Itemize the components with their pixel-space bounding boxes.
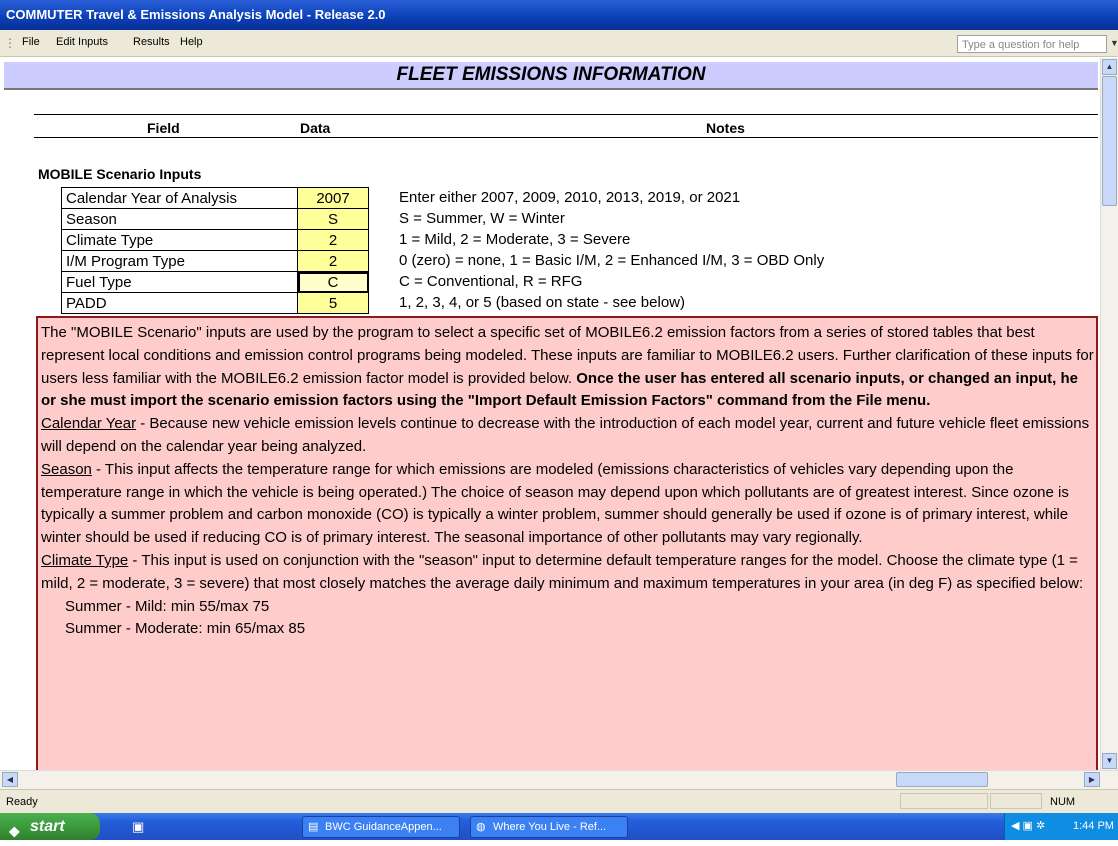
- divider: [34, 137, 1098, 138]
- table-row: Calendar Year of Analysis 2007: [61, 187, 369, 209]
- taskbar-item-label: BWC GuidanceAppen...: [325, 821, 442, 833]
- horizontal-scrollbar[interactable]: ◀ ▶: [0, 770, 1118, 789]
- taskbar: ❖ start ▣ ▤ BWC GuidanceAppen... ◍ Where…: [0, 813, 1118, 840]
- scroll-left-icon[interactable]: ◀: [2, 772, 18, 787]
- scroll-thumb[interactable]: [896, 772, 988, 787]
- info-climate-text: - This input is used on conjunction with…: [41, 551, 1084, 592]
- windows-logo-icon: ❖: [8, 824, 21, 840]
- help-search-input[interactable]: Type a question for help: [957, 35, 1107, 53]
- scenario-inputs-table: Calendar Year of Analysis 2007 Season S …: [61, 187, 369, 314]
- table-row: I/M Program Type 2: [61, 250, 369, 272]
- menu-file[interactable]: File: [22, 36, 40, 48]
- status-cell: [990, 793, 1042, 809]
- im-program-cell[interactable]: 2: [297, 250, 369, 272]
- show-desktop-icon[interactable]: ▣: [112, 817, 160, 837]
- scroll-right-icon[interactable]: ▶: [1084, 772, 1100, 787]
- field-label: Fuel Type: [61, 271, 298, 293]
- document-icon: ▤: [308, 821, 319, 833]
- status-ready: Ready: [6, 796, 38, 808]
- taskbar-item-word[interactable]: ▤ BWC GuidanceAppen...: [302, 816, 460, 838]
- field-label: PADD: [61, 292, 298, 314]
- title-bar: COMMUTER Travel & Emissions Analysis Mod…: [0, 0, 1118, 30]
- taskbar-item-label: Where You Live - Ref...: [493, 821, 607, 833]
- field-label: Season: [61, 208, 298, 230]
- note-text: 1, 2, 3, 4, or 5 (based on state - see b…: [399, 294, 685, 311]
- vertical-scrollbar[interactable]: ▲ ▼: [1100, 58, 1118, 770]
- padd-cell[interactable]: 5: [297, 292, 369, 314]
- info-calendar-heading: Calendar Year: [41, 415, 137, 433]
- info-season-heading: Season: [41, 460, 92, 478]
- note-text: C = Conventional, R = RFG: [399, 273, 583, 290]
- table-row: PADD 5: [61, 292, 369, 314]
- start-button[interactable]: ❖ start: [0, 813, 100, 840]
- info-box: The "MOBILE Scenario" inputs are used by…: [36, 316, 1098, 770]
- taskbar-item-browser[interactable]: ◍ Where You Live - Ref...: [470, 816, 628, 838]
- field-label: I/M Program Type: [61, 250, 298, 272]
- info-calendar-text: - Because new vehicle emission levels co…: [41, 415, 1090, 455]
- menu-help[interactable]: Help: [180, 36, 203, 48]
- table-row: Climate Type 2: [61, 229, 369, 251]
- note-text: 0 (zero) = none, 1 = Basic I/M, 2 = Enha…: [399, 252, 825, 269]
- window-title: COMMUTER Travel & Emissions Analysis Mod…: [6, 7, 386, 22]
- table-row: Season S: [61, 208, 369, 230]
- fuel-type-cell[interactable]: C: [297, 271, 369, 293]
- note-text: S = Summer, W = Winter: [399, 210, 565, 227]
- chevron-down-icon[interactable]: ▼: [1110, 38, 1118, 48]
- table-row: Fuel Type C: [61, 271, 369, 293]
- scroll-down-icon[interactable]: ▼: [1102, 753, 1117, 769]
- status-num: NUM: [1050, 796, 1076, 808]
- info-season-text: - This input affects the temperature ran…: [41, 460, 1069, 547]
- scroll-up-icon[interactable]: ▲: [1102, 59, 1117, 75]
- status-bar: Ready NUM: [0, 789, 1118, 813]
- field-label: Climate Type: [61, 229, 298, 251]
- tray-icons[interactable]: ◀ ▣ ✲: [1011, 813, 1045, 840]
- column-header-data: Data: [300, 120, 331, 136]
- menu-grip-icon: ⋮: [4, 36, 16, 50]
- system-tray: ◀ ▣ ✲ 1:44 PM: [1004, 813, 1118, 840]
- start-label: start: [30, 818, 65, 835]
- climate-type-cell[interactable]: 2: [297, 229, 369, 251]
- calendar-year-cell[interactable]: 2007: [297, 187, 369, 209]
- info-summer-mild: Summer - Mild: min 55/max 75: [65, 597, 270, 615]
- menu-bar: ⋮ File Edit Inputs Results Help: [0, 30, 1118, 57]
- clock: 1:44 PM: [1073, 820, 1114, 832]
- note-text: Enter either 2007, 2009, 2010, 2013, 201…: [399, 189, 741, 206]
- menu-results[interactable]: Results: [133, 36, 170, 48]
- section-title: MOBILE Scenario Inputs: [38, 166, 202, 182]
- divider: [34, 114, 1098, 115]
- page-title: FLEET EMISSIONS INFORMATION: [4, 62, 1098, 90]
- column-header-notes: Notes: [706, 120, 745, 136]
- note-text: 1 = Mild, 2 = Moderate, 3 = Severe: [399, 231, 631, 248]
- browser-icon: ◍: [476, 821, 486, 833]
- worksheet: FLEET EMISSIONS INFORMATION Field Data N…: [0, 58, 1100, 770]
- menu-edit-inputs[interactable]: Edit Inputs: [56, 36, 108, 48]
- info-climate-heading: Climate Type: [41, 551, 129, 569]
- field-label: Calendar Year of Analysis: [61, 187, 298, 209]
- column-header-field: Field: [147, 120, 180, 136]
- status-cell: [900, 793, 988, 809]
- scroll-thumb[interactable]: [1102, 76, 1117, 206]
- info-summer-moderate: Summer - Moderate: min 65/max 85: [65, 620, 306, 638]
- season-cell[interactable]: S: [297, 208, 369, 230]
